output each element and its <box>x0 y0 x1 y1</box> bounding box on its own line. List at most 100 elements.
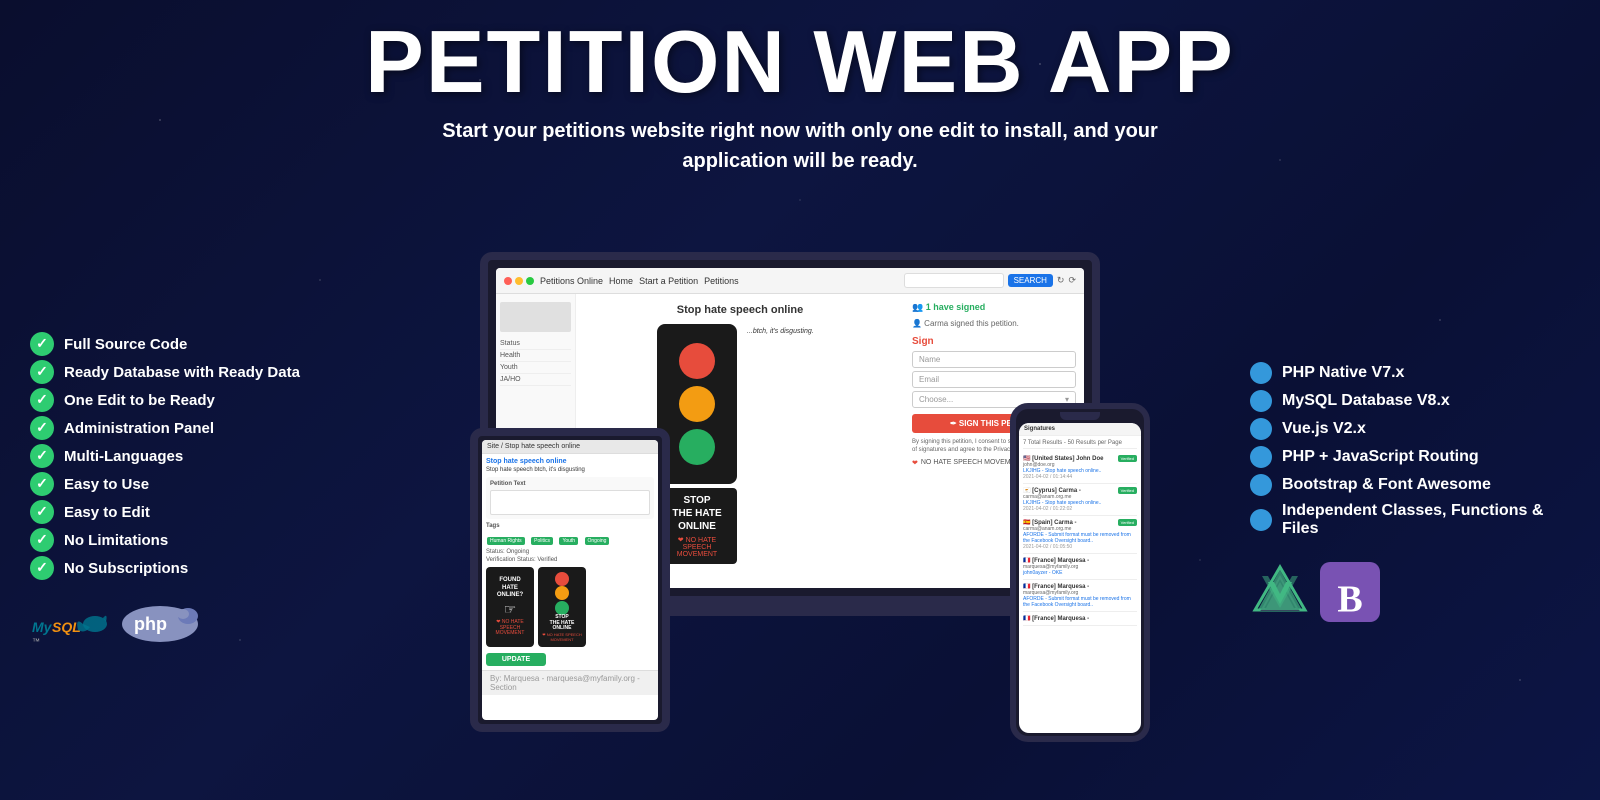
tablet-screen: Site / Stop hate speech online Stop hate… <box>482 440 658 720</box>
feature-no-limits: ✓ No Limitations <box>30 528 350 552</box>
stop-text-sm: STOPTHE HATEONLINE <box>550 615 575 632</box>
verified-badge: Verified <box>1118 519 1137 526</box>
signed-count: 👥 1 have signed <box>912 302 1076 313</box>
email-input[interactable]: Email <box>912 371 1076 388</box>
tech-label: Vue.js V2.x <box>1282 420 1366 438</box>
found-hate-text: FOUNDHATE ONLINE? <box>490 577 530 599</box>
tech-bootstrap: Bootstrap & Font Awesome <box>1250 474 1570 496</box>
search-button[interactable]: SEARCH <box>1008 274 1053 287</box>
tablet-verification: Verification Status: Verified <box>486 557 654 563</box>
browser-nav: Petitions Online Home Start a Petition P… <box>540 276 739 286</box>
petition-title: Stop hate speech online <box>677 304 804 316</box>
tag-politics: Politics <box>531 537 553 545</box>
blue-dot-icon <box>1250 446 1272 468</box>
feature-multilang: ✓ Multi-Languages <box>30 444 350 468</box>
svg-text:php: php <box>134 614 167 634</box>
left-features: ✓ Full Source Code ✓ Ready Database with… <box>30 332 350 652</box>
feature-one-edit: ✓ One Edit to be Ready <box>30 388 350 412</box>
tablet-form: Petition Text <box>486 477 654 519</box>
tag-hr: Human Rights <box>487 537 525 545</box>
tablet-images: FOUNDHATE ONLINE? ☞ ❤ NO HATE SPEECHMOVE… <box>486 567 654 647</box>
feature-label: Multi-Languages <box>64 446 183 467</box>
petition-text-box[interactable] <box>490 490 650 515</box>
tag-ongoing: Ongoing <box>585 537 610 545</box>
check-icon: ✓ <box>30 388 54 412</box>
light-green <box>679 429 715 465</box>
update-button[interactable]: UPDATE <box>486 653 546 666</box>
sidebar-item: Youth <box>500 362 571 374</box>
main-content: ✓ Full Source Code ✓ Ready Database with… <box>0 184 1600 800</box>
vue-logo <box>1250 562 1310 622</box>
sign-label: Sign <box>912 336 1076 347</box>
petition-quote: ...btch, it's disgusting. <box>747 328 819 335</box>
search-input[interactable]: Search <box>904 273 1004 288</box>
tablet-title: Stop hate speech online <box>486 458 654 465</box>
nav-petitions[interactable]: Petitions <box>704 276 739 286</box>
phone-body: Signatures 7 Total Results - 50 Results … <box>1010 403 1150 742</box>
no-hate-sm: ❤ NO HATE SPEECH MOVEMENT <box>538 632 586 642</box>
tech-label: PHP Native V7.x <box>1282 364 1404 382</box>
dot-green <box>526 277 534 285</box>
feature-label: Easy to Use <box>64 474 149 495</box>
found-hate-card: FOUNDHATE ONLINE? ☞ ❤ NO HATE SPEECHMOVE… <box>486 567 534 647</box>
phone-entry: 🇫🇷 [France] Marquesa - marquesa@myfamily… <box>1023 554 1137 580</box>
entry-date: 2021-04-02 / 01:14:44 <box>1023 474 1137 480</box>
light-red <box>679 343 715 379</box>
nav-start[interactable]: Start a Petition <box>639 276 698 286</box>
feature-ready-db: ✓ Ready Database with Ready Data <box>30 360 350 384</box>
phone-notch <box>1060 412 1100 420</box>
verified-badge: Verified <box>1118 487 1137 494</box>
entry-name: 🇫🇷 [France] Marquesa - <box>1023 583 1137 590</box>
phone-entry: Verified 🇺🇸 [United States] John Doe joh… <box>1023 452 1137 484</box>
cursor-icon: ☞ <box>504 601 517 618</box>
name-input[interactable]: Name <box>912 351 1076 368</box>
stop-hate-card: STOPTHE HATEONLINE ❤ NO HATE SPEECH MOVE… <box>538 567 586 647</box>
tech-label: MySQL Database V8.x <box>1282 392 1450 410</box>
phone-mockup: Signatures 7 Total Results - 50 Results … <box>1010 403 1150 742</box>
refresh-icon[interactable]: ↻ <box>1057 275 1065 286</box>
petition-text-label: Petition Text <box>490 481 650 487</box>
subtitle: Start your petitions website right now w… <box>400 116 1200 176</box>
tech-label: Bootstrap & Font Awesome <box>1282 476 1491 494</box>
check-icon: ✓ <box>30 500 54 524</box>
feature-admin: ✓ Administration Panel <box>30 416 350 440</box>
bootstrap-logo: B <box>1320 562 1380 622</box>
sidebar-banner <box>500 302 571 332</box>
center-mockups: Petitions Online Home Start a Petition P… <box>350 232 1230 752</box>
check-icon: ✓ <box>30 556 54 580</box>
light-yellow-sm <box>555 586 569 600</box>
sidebar-item: JA/HO <box>500 374 571 386</box>
feature-label: No Subscriptions <box>64 558 188 579</box>
stop-text: STOPTHE HATEONLINE <box>663 494 731 533</box>
heart-badge: ❤ NO HATE SPEECHMOVEMENT <box>663 536 731 558</box>
browser-bar: Petitions Online Home Start a Petition P… <box>496 268 1084 294</box>
blue-dot-icon <box>1250 362 1272 384</box>
phone-header: Signatures <box>1019 423 1141 436</box>
check-icon: ✓ <box>30 472 54 496</box>
feature-label: No Limitations <box>64 530 168 551</box>
dot-red <box>504 277 512 285</box>
feature-label: Ready Database with Ready Data <box>64 362 300 383</box>
feature-full-source: ✓ Full Source Code <box>30 332 350 356</box>
feature-label: One Edit to be Ready <box>64 390 215 411</box>
tablet-status: Status: Ongoing <box>486 549 654 555</box>
site-name: Petitions Online <box>540 276 603 286</box>
no-hate-text-small: ❤ NO HATE SPEECHMOVEMENT <box>490 620 530 637</box>
phone-entry: 🇫🇷 [France] Marquesa - marquesa@myfamily… <box>1023 580 1137 612</box>
tech-mysql: MySQL Database V8.x <box>1250 390 1570 412</box>
right-features: PHP Native V7.x MySQL Database V8.x Vue.… <box>1230 362 1570 622</box>
main-title: Petition Web App <box>0 18 1600 106</box>
tablet-footer: By: Marquesa - marquesa@myfamily.org - S… <box>482 670 658 695</box>
entry-date: 2021-04-02 / 01:22:02 <box>1023 506 1137 512</box>
svg-text:B: B <box>1337 579 1362 621</box>
nav-home[interactable]: Home <box>609 276 633 286</box>
phone-entry: Verified 🇨🇾 [Cyprus] Carma - carma@anam.… <box>1023 484 1137 516</box>
entry-name: 🇫🇷 [France] Marquesa - <box>1023 615 1137 622</box>
feature-label: Full Source Code <box>64 334 187 355</box>
reload-icon[interactable]: ⟳ <box>1068 275 1076 286</box>
check-icon: ✓ <box>30 444 54 468</box>
phone-entry: Verified 🇪🇸 [Spain] Carma - carma@anam.o… <box>1023 516 1137 554</box>
light-green-sm <box>555 601 569 615</box>
feature-label: Easy to Edit <box>64 502 150 523</box>
feature-easy-edit: ✓ Easy to Edit <box>30 500 350 524</box>
